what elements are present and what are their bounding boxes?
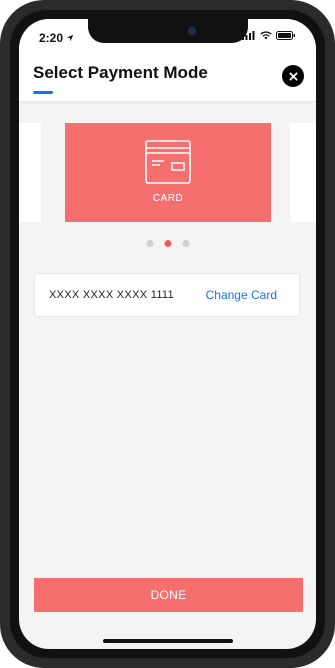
wifi-icon	[260, 31, 272, 40]
front-camera	[187, 27, 196, 35]
volume-down-button	[0, 190, 2, 230]
mute-switch	[0, 100, 2, 122]
notch	[87, 19, 248, 43]
carousel-dot[interactable]	[146, 240, 153, 247]
close-icon	[288, 71, 298, 81]
page-title: Select Payment Mode	[33, 63, 208, 82]
title-accent-bar	[33, 91, 53, 94]
masked-card-number: XXXX XXXX XXXX 1111	[49, 289, 174, 301]
change-card-link[interactable]: Change Card	[206, 288, 277, 302]
selected-card-row: XXXX XXXX XXXX 1111 Change Card	[34, 273, 300, 317]
battery-icon	[276, 31, 295, 40]
done-button[interactable]: DONE	[34, 578, 303, 612]
phone-frame: 2:20 Select Payment Mode CARD XXXX XXXX …	[0, 0, 335, 668]
status-time: 2:20	[39, 31, 64, 45]
payment-mode-card-active[interactable]: CARD	[65, 123, 271, 222]
home-indicator	[102, 639, 233, 643]
close-button[interactable]	[282, 65, 304, 87]
location-arrow-icon	[66, 34, 74, 42]
phone-bezel: 2:20 Select Payment Mode CARD XXXX XXXX …	[10, 10, 325, 658]
payment-mode-label: CARD	[152, 193, 184, 204]
credit-cards-icon	[145, 140, 191, 184]
payment-mode-card-previous[interactable]	[19, 123, 41, 222]
carousel-pagination	[146, 240, 189, 247]
status-icons	[242, 31, 296, 40]
status-time-group: 2:20	[39, 31, 74, 45]
status-bar: 2:20	[19, 19, 316, 49]
carousel-dot[interactable]	[182, 240, 189, 247]
header: Select Payment Mode	[19, 49, 316, 101]
carousel-dot-active[interactable]	[164, 240, 171, 247]
payment-mode-card-next[interactable]	[290, 123, 316, 222]
volume-up-button	[0, 140, 2, 180]
signal-icon	[242, 31, 255, 40]
payment-mode-carousel[interactable]: CARD	[19, 123, 316, 223]
app-screen: 2:20 Select Payment Mode CARD XXXX XXXX …	[19, 19, 316, 649]
